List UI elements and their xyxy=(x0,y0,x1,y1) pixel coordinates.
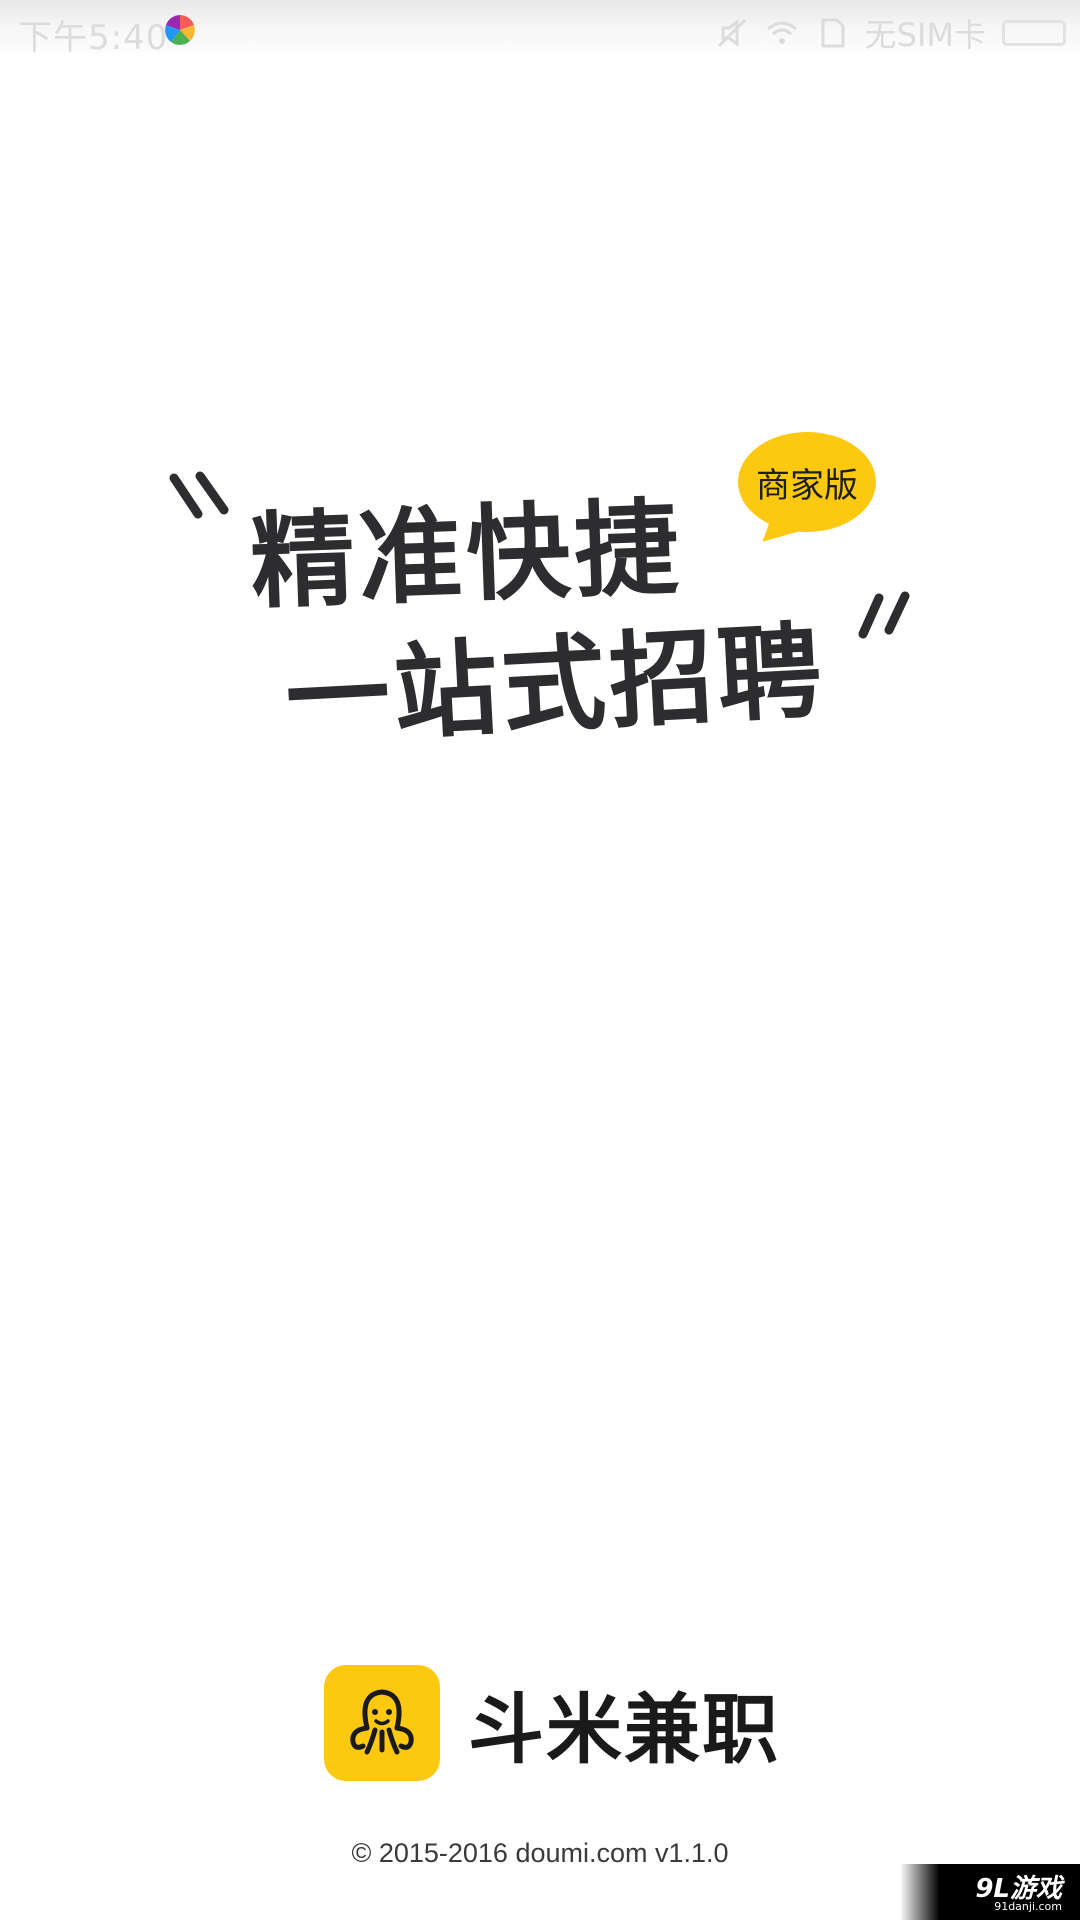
brand-name: 斗米兼职 xyxy=(468,1685,780,1774)
app-logo xyxy=(324,1665,440,1781)
colorful-pinwheel-icon xyxy=(165,15,195,45)
status-icons: 无SIM卡 xyxy=(715,10,1066,56)
status-time: 下午5:40 xyxy=(18,18,169,58)
badge-label: 商家版 xyxy=(756,465,858,506)
slogan-line-1: 精准快捷 xyxy=(248,486,685,624)
merchant-edition-badge: 商家版 xyxy=(738,432,876,532)
wifi-icon xyxy=(766,21,797,44)
sim-status-text: 无SIM卡 xyxy=(864,16,986,54)
splash-screen: 下午5:40 无SIM卡 精准快捷 一站式招聘 商家版 斗米兼职 © 2015-… xyxy=(0,0,1080,1920)
battery-icon xyxy=(1002,20,1066,46)
open-quote-icon xyxy=(169,471,229,519)
close-quote-icon xyxy=(858,591,910,639)
octopus-icon xyxy=(350,1689,414,1755)
mute-icon xyxy=(717,18,746,48)
slogan: 精准快捷 一站式招聘 商家版 xyxy=(0,0,1080,1920)
slogan-line-2: 一站式招聘 xyxy=(282,609,829,761)
sim-icon xyxy=(821,18,845,48)
brand: 斗米兼职 xyxy=(324,1665,780,1781)
watermark: 9L游戏 91danji.com xyxy=(900,1864,1080,1920)
badge-bubble-tail xyxy=(760,513,808,557)
status-bar: 下午5:40 无SIM卡 xyxy=(0,0,1080,60)
watermark-url: 91danji.com xyxy=(994,1900,1062,1913)
